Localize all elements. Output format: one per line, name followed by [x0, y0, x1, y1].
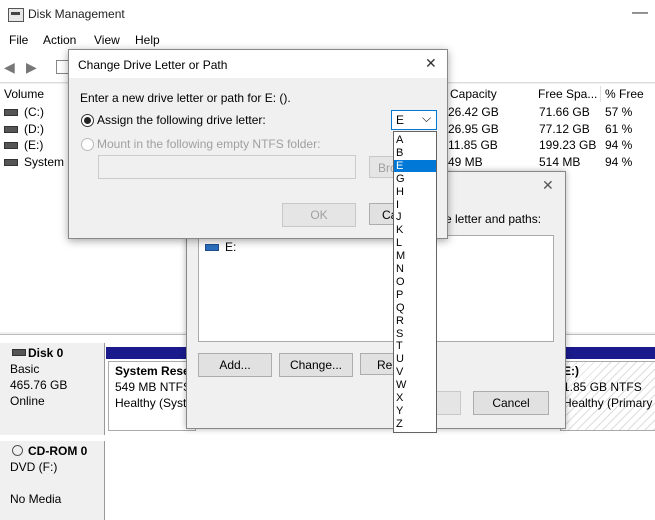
dialog-ok-button: OK — [282, 203, 356, 227]
pct-c: 57 % — [605, 105, 633, 119]
drive-letter-option[interactable]: O — [394, 276, 436, 288]
paths-list-item[interactable]: E: — [205, 240, 236, 254]
title-bar: Disk Management — — [0, 0, 655, 30]
selected-letter: E — [396, 113, 405, 127]
cdrom-icon — [12, 445, 23, 456]
window-title: Disk Management — [28, 7, 125, 21]
disk-management-icon — [8, 8, 24, 22]
drive-letter-option[interactable]: L — [394, 237, 436, 249]
chevron-down-icon: ⌵ — [422, 111, 432, 125]
drive-letter-option[interactable]: V — [394, 366, 436, 378]
drive-icon — [4, 109, 18, 117]
cancel-button[interactable]: Cancel — [473, 391, 549, 415]
drive-letter-option[interactable]: J — [394, 211, 436, 223]
col-volume[interactable]: Volume — [0, 86, 70, 102]
drive-letter-option[interactable]: X — [394, 392, 436, 404]
capacity-c: 26.42 GB — [448, 105, 499, 119]
col-capacity[interactable]: Capacity — [446, 86, 535, 102]
volume-row-system[interactable]: System R — [4, 154, 76, 170]
dialog-title: Change Drive Letter or Path — [78, 58, 228, 72]
close-icon[interactable]: ✕ — [542, 177, 554, 194]
drive-icon — [205, 244, 219, 252]
menu-bar: File Action View Help — [0, 30, 655, 50]
drive-icon — [4, 142, 18, 150]
volume-row-d[interactable]: (D:) — [4, 121, 44, 137]
menu-help[interactable]: Help — [135, 33, 160, 47]
change-drive-letter-dialog: Change Drive Letter or Path ✕ Enter a ne… — [68, 49, 448, 239]
dialog-prompt: Enter a new drive letter or path for E: … — [80, 91, 291, 105]
drive-letter-option[interactable]: Z — [394, 418, 436, 430]
cdrom-0-drive: DVD (F:) — [10, 460, 58, 474]
drive-letter-option[interactable]: H — [394, 186, 436, 198]
disk-0-type: Basic — [10, 362, 40, 376]
pct-d: 61 % — [605, 122, 633, 136]
capacity-e: 11.85 GB — [448, 138, 498, 152]
free-e: 199.23 GB — [539, 138, 597, 152]
minimize-button[interactable]: — — [632, 4, 648, 22]
partition-system-reserved[interactable]: System Reser 549 MB NTFS Healthy (Syste — [108, 361, 196, 431]
menu-action[interactable]: Action — [43, 33, 76, 47]
free-system: 514 MB — [539, 155, 581, 169]
free-c: 71.66 GB — [539, 105, 590, 119]
drive-letter-option[interactable]: S — [394, 328, 436, 340]
drive-letter-dropdown[interactable]: ABEGHIJKLMNOPQRSTUVWXYZ — [393, 131, 437, 433]
disk-icon — [12, 349, 26, 356]
folder-path-input — [98, 155, 356, 179]
drive-letter-option[interactable]: T — [394, 340, 436, 352]
partition-system-status: Healthy (Syste — [115, 396, 194, 410]
disk-0-status: Online — [10, 394, 45, 408]
drive-icon — [4, 159, 18, 167]
drive-letter-option[interactable]: P — [394, 289, 436, 301]
capacity-system: 49 MB — [448, 155, 483, 169]
drive-letter-option[interactable]: Q — [394, 302, 436, 314]
drive-letter-option[interactable]: N — [394, 263, 436, 275]
drive-letter-option[interactable]: K — [394, 224, 436, 236]
drive-letter-option[interactable]: A — [394, 134, 436, 146]
cdrom-0-label[interactable]: CD-ROM 0 DVD (F:) No Media — [0, 441, 105, 520]
assign-letter-label[interactable]: Assign the following drive letter: — [97, 113, 266, 127]
back-arrow-icon[interactable]: ◀ — [4, 59, 15, 76]
partition-e-size: 1.85 GB NTFS — [563, 380, 642, 394]
pct-e: 94 % — [605, 138, 633, 152]
disk-0-name: Disk 0 — [28, 346, 64, 360]
menu-view[interactable]: View — [94, 33, 120, 47]
drive-letter-option[interactable]: E — [394, 159, 436, 172]
free-d: 77.12 GB — [539, 122, 590, 136]
dialog-title-bar: Change Drive Letter or Path ✕ — [69, 50, 447, 78]
volume-row-c[interactable]: (C:) — [4, 104, 44, 120]
menu-file[interactable]: File — [9, 33, 28, 47]
cdrom-0-status: No Media — [10, 492, 62, 506]
col-free-space[interactable]: Free Spa... — [534, 86, 601, 102]
change-button[interactable]: Change... — [279, 353, 353, 377]
partition-e-status: Healthy (Primary Pa — [563, 396, 655, 410]
mount-folder-label: Mount in the following empty NTFS folder… — [97, 137, 321, 151]
capacity-d: 26.95 GB — [448, 122, 499, 136]
volume-row-e[interactable]: (E:) — [4, 137, 43, 153]
partition-system-size: 549 MB NTFS — [115, 380, 192, 394]
paths-listbox[interactable]: E: — [198, 235, 554, 342]
drive-letter-option[interactable]: Y — [394, 405, 436, 417]
drive-letter-option[interactable]: I — [394, 199, 436, 211]
close-icon[interactable]: ✕ — [425, 55, 437, 72]
disk-0-size: 465.76 GB — [10, 378, 68, 392]
disk-0-label[interactable]: Disk 0 Basic 465.76 GB Online — [0, 343, 105, 435]
drive-letter-option[interactable]: W — [394, 379, 436, 391]
partition-e[interactable]: E:) 1.85 GB NTFS Healthy (Primary Pa — [560, 361, 655, 431]
partition-system-name: System Reser — [115, 364, 195, 378]
paths-prompt: ve letter and paths: — [439, 212, 542, 226]
assign-letter-radio[interactable] — [81, 114, 94, 127]
drive-letter-select[interactable]: E ⌵ — [391, 110, 437, 130]
col-percent-free[interactable]: % Free — [601, 86, 655, 102]
forward-arrow-icon[interactable]: ▶ — [26, 59, 37, 76]
pct-system: 94 % — [605, 155, 633, 169]
drive-icon — [4, 126, 18, 134]
drive-letter-option[interactable]: U — [394, 353, 436, 365]
drive-letter-option[interactable]: R — [394, 315, 436, 327]
mount-folder-radio — [81, 138, 94, 151]
drive-letter-option[interactable]: G — [394, 173, 436, 185]
drive-letter-option[interactable]: M — [394, 250, 436, 262]
cdrom-0-name: CD-ROM 0 — [28, 444, 88, 458]
drive-letter-option[interactable]: B — [394, 147, 436, 159]
add-button[interactable]: Add... — [198, 353, 272, 377]
